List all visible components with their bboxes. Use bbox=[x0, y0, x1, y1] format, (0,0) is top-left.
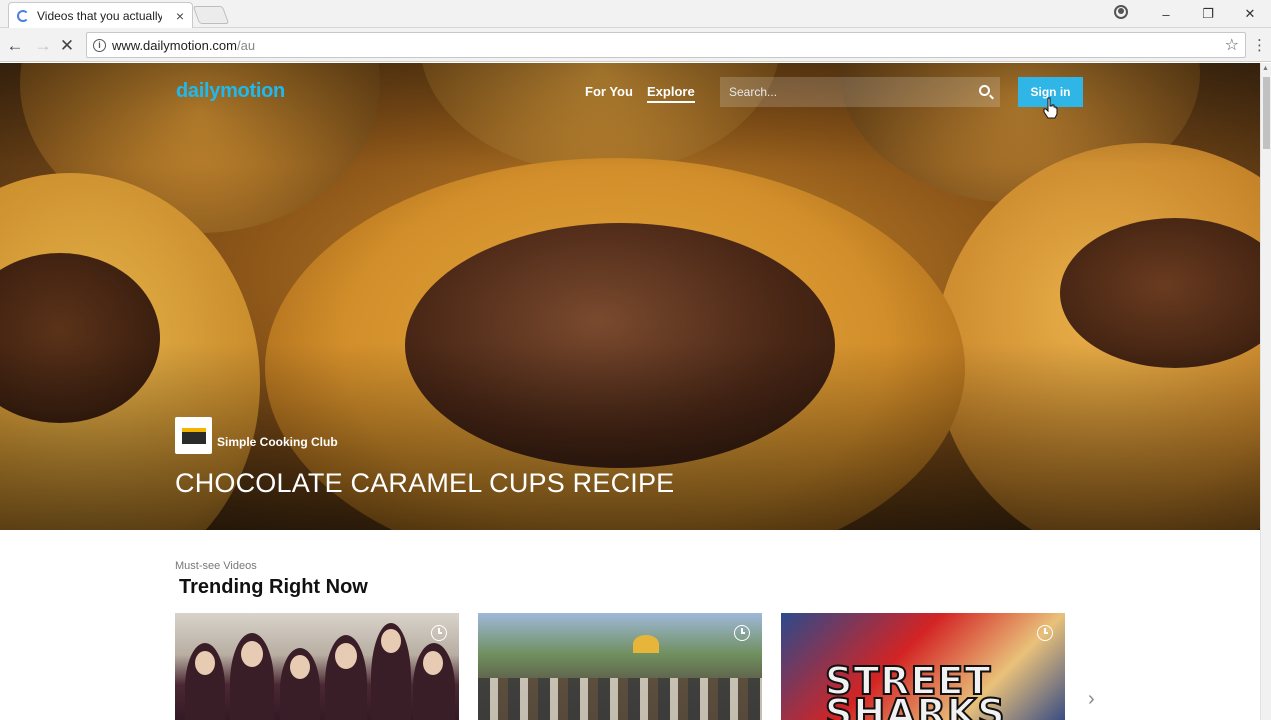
hero-banner[interactable]: dailymotion For You Explore Sign in Simp… bbox=[0, 63, 1260, 530]
channel-name[interactable]: Simple Cooking Club bbox=[217, 435, 338, 449]
tab-close-icon[interactable]: × bbox=[176, 8, 184, 24]
hero-gradient-overlay bbox=[0, 63, 1260, 530]
thumbnail-dome bbox=[633, 635, 659, 653]
section-kicker: Must-see Videos bbox=[175, 560, 257, 572]
watch-later-clock-icon[interactable] bbox=[734, 625, 750, 641]
bookmark-star-icon[interactable]: ☆ bbox=[1225, 35, 1239, 55]
thumbnail-face bbox=[195, 651, 215, 675]
tab-title: Videos that you actually bbox=[37, 8, 162, 23]
loading-spinner-icon bbox=[17, 9, 29, 22]
thumbnail-face bbox=[381, 629, 401, 653]
window-controls: – ❐ ✕ bbox=[1145, 0, 1271, 28]
carousel-next-arrow-icon[interactable]: › bbox=[1088, 688, 1095, 711]
new-tab-button[interactable] bbox=[192, 6, 230, 24]
restore-button[interactable]: ❐ bbox=[1187, 6, 1229, 22]
hand-pointer-cursor-icon bbox=[1043, 97, 1058, 119]
hero-video-title[interactable]: CHOCOLATE CARAMEL CUPS RECIPE bbox=[175, 468, 674, 499]
url-path: /au bbox=[237, 37, 256, 53]
page-content: dailymotion For You Explore Sign in Simp… bbox=[0, 63, 1260, 720]
back-icon[interactable]: ← bbox=[5, 36, 25, 56]
browser-titlebar: Videos that you actually × – ❐ ✕ bbox=[0, 0, 1271, 28]
minimize-button[interactable]: – bbox=[1145, 7, 1187, 22]
close-window-button[interactable]: ✕ bbox=[1229, 6, 1271, 22]
thumbnail-crowd bbox=[478, 678, 762, 720]
browser-menu-icon[interactable]: ⋮ bbox=[1252, 36, 1267, 54]
dailymotion-logo[interactable]: dailymotion bbox=[176, 80, 285, 103]
url-host: www.dailymotion.com bbox=[112, 37, 237, 53]
thumbnail-face bbox=[290, 655, 310, 679]
search-icon[interactable] bbox=[979, 85, 990, 96]
page-scrollbar[interactable]: ▲ bbox=[1260, 63, 1271, 720]
watch-later-clock-icon[interactable] bbox=[1037, 625, 1053, 641]
nav-for-you[interactable]: For You bbox=[585, 84, 633, 99]
video-thumbnail-street-sharks[interactable]: STREET SHARKS bbox=[781, 613, 1065, 720]
browser-tab[interactable]: Videos that you actually × bbox=[8, 2, 193, 28]
thumbnail-title-art: STREET SHARKS bbox=[824, 659, 1006, 720]
thumbnail-face bbox=[423, 651, 443, 675]
scroll-up-arrow-icon[interactable]: ▲ bbox=[1262, 65, 1269, 72]
browser-toolbar: ← → ✕ i www.dailymotion.com /au ☆ ⋮ bbox=[0, 28, 1271, 62]
search-input[interactable] bbox=[729, 85, 969, 99]
thumbnail-face bbox=[241, 641, 263, 667]
forward-icon[interactable]: → bbox=[33, 36, 53, 56]
section-title: Trending Right Now bbox=[179, 576, 368, 598]
stop-loading-icon[interactable]: ✕ bbox=[57, 36, 77, 56]
nav-explore[interactable]: Explore bbox=[647, 84, 695, 103]
thumbnail-face bbox=[335, 643, 357, 669]
watch-later-clock-icon[interactable] bbox=[431, 625, 447, 641]
address-bar[interactable]: i www.dailymotion.com /au ☆ bbox=[86, 32, 1246, 58]
profile-icon[interactable] bbox=[1114, 5, 1128, 19]
search-box[interactable] bbox=[720, 77, 1000, 107]
scrollbar-thumb[interactable] bbox=[1263, 77, 1270, 149]
channel-avatar[interactable] bbox=[175, 417, 212, 454]
video-thumbnail-street-crowd[interactable] bbox=[478, 613, 762, 720]
video-thumbnail-group-portrait[interactable] bbox=[175, 613, 459, 720]
channel-logo-icon bbox=[181, 427, 206, 444]
site-info-icon[interactable]: i bbox=[93, 38, 106, 52]
